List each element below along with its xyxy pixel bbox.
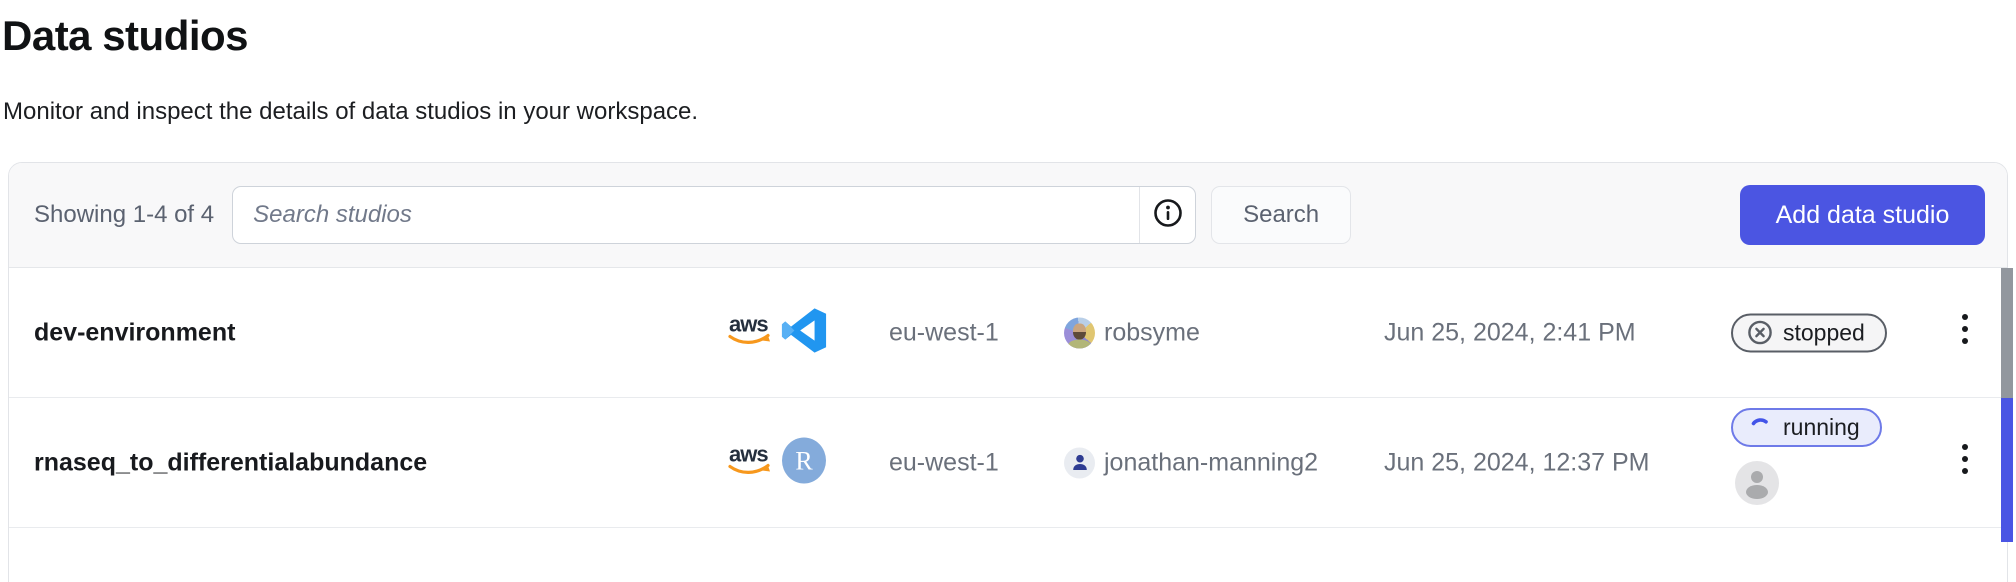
vscode-icon [780,306,828,359]
status-badge-stopped: stopped [1731,313,1887,352]
toolbar: Showing 1-4 of 4 Search Add data studio [9,163,2007,268]
table-row-partial [9,528,2007,582]
created-date: Jun 25, 2024, 2:41 PM [1384,318,1636,347]
status-cell: running [1731,408,1882,505]
spinner-icon [1747,415,1773,441]
status-label: stopped [1783,319,1865,346]
kebab-menu-icon [1959,442,1971,483]
user-cell: jonathan-manning2 [1064,447,1318,478]
row-menu-button[interactable] [1947,441,1983,485]
created-date: Jun 25, 2024, 12:37 PM [1384,448,1649,477]
svg-text:aws: aws [729,311,768,336]
svg-text:R: R [795,446,813,475]
region-label: eu-west-1 [889,318,999,347]
avatar-jonathan-manning2 [1064,447,1095,478]
person-silhouette-icon [1740,466,1774,500]
search-button[interactable]: Search [1211,186,1351,244]
showing-count: Showing 1-4 of 4 [34,201,214,229]
search-group [232,186,1196,244]
aws-logo-icon: aws [725,309,772,356]
studios-card: Showing 1-4 of 4 Search Add data studio … [8,162,2008,582]
region-label: eu-west-1 [889,448,999,477]
scrollbar-segment-blue[interactable] [2001,398,2013,542]
studio-name[interactable]: dev-environment [34,318,235,347]
kebab-menu-icon [1959,312,1971,353]
avatar-generic [1735,461,1779,505]
scrollbar-thumb-gray[interactable] [2001,268,2013,398]
search-info-button[interactable] [1139,187,1195,243]
add-data-studio-button[interactable]: Add data studio [1740,185,1985,245]
circle-x-icon [1747,320,1773,346]
aws-logo-icon: aws [725,439,772,486]
page-subtitle: Monitor and inspect the details of data … [3,98,698,126]
user-cell: robsyme [1064,317,1200,348]
compute-env-icons: aws R [725,436,828,489]
status-badge-running: running [1731,408,1882,447]
svg-text:aws: aws [729,441,768,466]
user-name: robsyme [1104,318,1200,347]
compute-env-icons: aws [725,306,828,359]
status-cell: stopped [1731,313,1887,352]
avatar-robsyme [1064,317,1095,348]
studio-name[interactable]: rnaseq_to_differentialabundance [34,448,427,477]
page-title: Data studios [2,12,248,60]
table-row-rnaseq[interactable]: rnaseq_to_differentialabundance aws R eu… [9,398,2007,528]
person-icon [1068,451,1092,475]
status-label: running [1783,414,1860,441]
row-menu-button[interactable] [1947,311,1983,355]
user-name: jonathan-manning2 [1104,448,1318,477]
table-row-dev-environment[interactable]: dev-environment aws eu-west-1 [9,268,2007,398]
page-header: Data studios [2,12,248,60]
rstudio-icon: R [780,436,828,489]
info-circle-icon [1152,197,1184,234]
search-input[interactable] [233,187,1139,243]
